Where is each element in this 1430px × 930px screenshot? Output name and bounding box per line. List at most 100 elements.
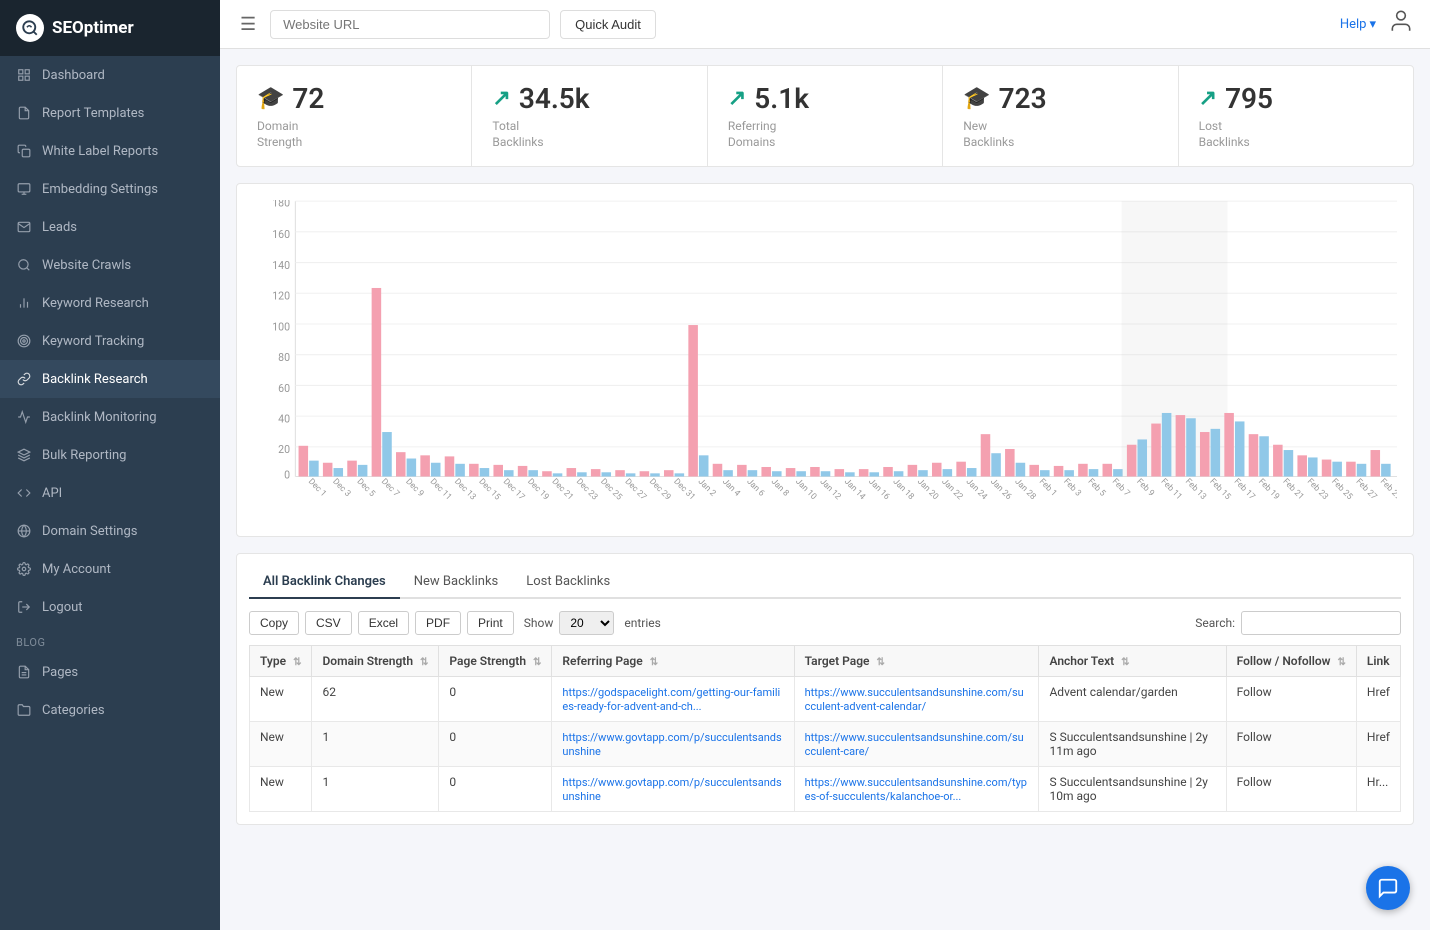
sidebar-item-keyword-research[interactable]: Keyword Research	[0, 284, 220, 322]
svg-text:Feb 19: Feb 19	[1256, 477, 1281, 502]
svg-text:60: 60	[278, 382, 290, 395]
referring-domains-value: 5.1k	[754, 82, 809, 115]
sidebar-label-bulk-reporting: Bulk Reporting	[42, 448, 126, 463]
domain-strength-value: 72	[292, 82, 324, 115]
col-type[interactable]: Type ⇅	[250, 646, 312, 677]
svg-text:Jan 24: Jan 24	[964, 477, 989, 502]
sidebar-item-bulk-reporting[interactable]: Bulk Reporting	[0, 436, 220, 474]
sidebar-item-backlink-research[interactable]: Backlink Research	[0, 360, 220, 398]
row2-target-page[interactable]: https://www.succulentsandsunshine.com/su…	[794, 722, 1039, 767]
table-section: All Backlink Changes New Backlinks Lost …	[236, 553, 1414, 825]
search-input[interactable]	[1241, 611, 1401, 635]
sidebar-item-pages[interactable]: Pages	[0, 653, 220, 691]
stat-new-backlinks: 🎓 723 NewBacklinks	[943, 66, 1178, 166]
sidebar-label-keyword-tracking: Keyword Tracking	[42, 334, 144, 349]
quick-audit-button[interactable]: Quick Audit	[560, 10, 656, 39]
row1-target-page[interactable]: https://www.succulentsandsunshine.com/su…	[794, 677, 1039, 722]
tab-new-backlinks[interactable]: New Backlinks	[400, 566, 513, 599]
sidebar-label-dashboard: Dashboard	[42, 68, 105, 83]
csv-button[interactable]: CSV	[305, 611, 352, 635]
settings-icon	[16, 561, 32, 577]
referring-domains-label: ReferringDomains	[728, 119, 922, 150]
tab-all-backlink-changes[interactable]: All Backlink Changes	[249, 566, 400, 599]
svg-text:Dec 23: Dec 23	[574, 477, 600, 503]
sidebar-item-leads[interactable]: Leads	[0, 208, 220, 246]
col-target-page[interactable]: Target Page ⇅	[794, 646, 1039, 677]
logo-icon	[16, 14, 44, 42]
new-backlinks-label: NewBacklinks	[963, 119, 1157, 150]
print-button[interactable]: Print	[467, 611, 514, 635]
row2-anchor-text: S Succulentsandsunshine | 2y 11m ago	[1039, 722, 1226, 767]
sidebar-item-report-templates[interactable]: Report Templates	[0, 94, 220, 132]
referring-domains-icon: ↗	[728, 86, 746, 111]
svg-text:140: 140	[272, 259, 290, 272]
pdf-button[interactable]: PDF	[415, 611, 461, 635]
user-icon[interactable]	[1388, 8, 1414, 40]
stat-referring-domains: ↗ 5.1k ReferringDomains	[708, 66, 943, 166]
col-anchor-text[interactable]: Anchor Text ⇅	[1039, 646, 1226, 677]
svg-text:Dec 11: Dec 11	[428, 477, 454, 503]
url-input[interactable]	[270, 10, 550, 39]
sidebar-item-keyword-tracking[interactable]: Keyword Tracking	[0, 322, 220, 360]
row2-follow: Follow	[1226, 722, 1356, 767]
tab-lost-backlinks[interactable]: Lost Backlinks	[512, 566, 624, 599]
table-controls: Copy CSV Excel PDF Print Show 20 50 100 …	[249, 611, 1401, 635]
entries-label: entries	[624, 616, 660, 630]
sidebar-item-dashboard[interactable]: Dashboard	[0, 56, 220, 94]
excel-button[interactable]: Excel	[358, 611, 409, 635]
table-row: New 1 0 https://www.govtapp.com/p/succul…	[250, 722, 1401, 767]
tabs-row: All Backlink Changes New Backlinks Lost …	[249, 566, 1401, 599]
sidebar-item-api[interactable]: API	[0, 474, 220, 512]
svg-text:Jan 16: Jan 16	[866, 477, 891, 502]
chat-bubble[interactable]	[1366, 866, 1410, 910]
show-label: Show	[524, 616, 554, 630]
search-label: Search:	[1195, 616, 1235, 630]
lost-backlinks-value: 795	[1225, 82, 1273, 115]
svg-text:20: 20	[278, 443, 290, 456]
svg-text:Jan 12: Jan 12	[818, 477, 843, 502]
menu-button[interactable]: ☰	[236, 10, 260, 39]
svg-text:Dec 25: Dec 25	[598, 477, 624, 503]
col-follow[interactable]: Follow / Nofollow ⇅	[1226, 646, 1356, 677]
col-domain-strength[interactable]: Domain Strength ⇅	[312, 646, 439, 677]
row1-referring-page[interactable]: https://godspacelight.com/getting-our-fa…	[552, 677, 794, 722]
stat-domain-strength: 🎓 72 DomainStrength	[237, 66, 472, 166]
row3-referring-page[interactable]: https://www.govtapp.com/p/succulentsands…	[552, 767, 794, 812]
sidebar-label-website-crawls: Website Crawls	[42, 258, 131, 273]
total-backlinks-value: 34.5k	[519, 82, 590, 115]
chart-area: 180 160 140 120 100 80 60 40 20 0	[253, 200, 1397, 520]
entries-select[interactable]: 20 50 100	[559, 611, 614, 635]
lost-backlinks-label: LostBacklinks	[1199, 119, 1393, 150]
row2-referring-page[interactable]: https://www.govtapp.com/p/succulentsands…	[552, 722, 794, 767]
sidebar-label-backlink-research: Backlink Research	[42, 372, 148, 387]
row1-domain-strength: 62	[312, 677, 439, 722]
sidebar-item-logout[interactable]: Logout	[0, 588, 220, 626]
sidebar-item-categories[interactable]: Categories	[0, 691, 220, 729]
svg-text:Jan 28: Jan 28	[1012, 477, 1037, 502]
help-button[interactable]: Help ▾	[1340, 17, 1376, 32]
domain-strength-label: DomainStrength	[257, 119, 451, 150]
grid-icon	[16, 67, 32, 83]
sidebar-item-white-label[interactable]: White Label Reports	[0, 132, 220, 170]
row3-target-page[interactable]: https://www.succulentsandsunshine.com/ty…	[794, 767, 1039, 812]
sidebar-item-my-account[interactable]: My Account	[0, 550, 220, 588]
svg-text:Jan 26: Jan 26	[988, 477, 1013, 502]
col-referring-page[interactable]: Referring Page ⇅	[552, 646, 794, 677]
svg-text:Dec 7: Dec 7	[379, 477, 401, 499]
sidebar-item-backlink-monitoring[interactable]: Backlink Monitoring	[0, 398, 220, 436]
lost-backlinks-icon: ↗	[1199, 86, 1217, 111]
sidebar-label-backlink-monitoring: Backlink Monitoring	[42, 410, 157, 425]
topbar: ☰ Quick Audit Help ▾	[220, 0, 1430, 49]
sidebar-item-embedding[interactable]: Embedding Settings	[0, 170, 220, 208]
copy-button[interactable]: Copy	[249, 611, 299, 635]
total-backlinks-label: TotalBacklinks	[492, 119, 686, 150]
main-area: ☰ Quick Audit Help ▾ 🎓 72 DomainS	[220, 0, 1430, 930]
svg-text:Feb 21: Feb 21	[1280, 477, 1305, 502]
col-link[interactable]: Link	[1356, 646, 1400, 677]
sidebar-item-website-crawls[interactable]: Website Crawls	[0, 246, 220, 284]
svg-text:Feb 23: Feb 23	[1305, 477, 1330, 502]
svg-text:Dec 17: Dec 17	[501, 477, 527, 503]
sidebar-item-domain-settings[interactable]: Domain Settings	[0, 512, 220, 550]
col-page-strength[interactable]: Page Strength ⇅	[439, 646, 552, 677]
svg-text:Dec 9: Dec 9	[403, 477, 425, 499]
